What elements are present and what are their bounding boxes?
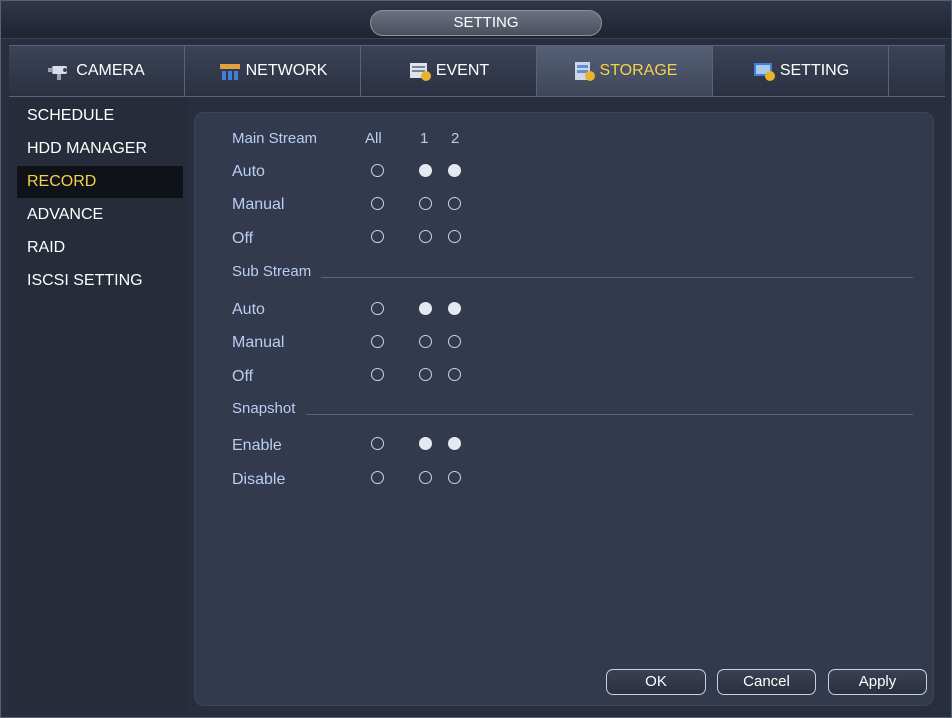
snapshot-disable-ch1-radio[interactable]	[419, 471, 432, 484]
tab-label: SETTING	[779, 62, 850, 79]
record-panel: Main Stream All 1 2 Auto Manual Off Sub …	[194, 112, 934, 706]
tab-camera[interactable]: CAMERA	[9, 46, 185, 96]
window-title: SETTING	[370, 10, 602, 36]
snapshot-disable-ch2-radio[interactable]	[448, 471, 461, 484]
tab-event[interactable]: EVENT	[361, 46, 537, 96]
snapshot-disable-all-radio[interactable]	[371, 471, 384, 484]
main-auto-all-radio[interactable]	[371, 164, 384, 177]
tab-storage[interactable]: STORAGE	[537, 46, 713, 96]
sub-off-ch1-radio[interactable]	[419, 368, 432, 381]
camera-icon	[48, 60, 72, 82]
main-auto-ch2-radio[interactable]	[448, 164, 461, 177]
event-icon	[408, 60, 432, 82]
tab-label: NETWORK	[245, 62, 328, 79]
main-auto-label: Auto	[232, 163, 265, 180]
sidebar-item-iscsi-setting[interactable]: ISCSI SETTING	[17, 265, 183, 297]
main-off-ch2-radio[interactable]	[448, 230, 461, 243]
sidebar-item-hdd-manager[interactable]: HDD MANAGER	[17, 133, 183, 165]
main-off-all-radio[interactable]	[371, 230, 384, 243]
settings-window: SETTING CAMERA NETWORK EVENT STORAGE SET…	[0, 0, 952, 718]
title-bar: SETTING	[1, 1, 951, 39]
main-tab-bar: CAMERA NETWORK EVENT STORAGE SETTING	[9, 45, 945, 97]
tab-label: STORAGE	[599, 62, 678, 79]
main-off-ch1-radio[interactable]	[419, 230, 432, 243]
column-1-header: 1	[420, 130, 429, 147]
main-manual-ch2-radio[interactable]	[448, 197, 461, 210]
sub-auto-label: Auto	[232, 301, 265, 318]
network-icon	[218, 60, 242, 82]
main-manual-ch1-radio[interactable]	[419, 197, 432, 210]
sidebar: SCHEDULE HDD MANAGER RECORD ADVANCE RAID…	[9, 97, 187, 711]
snapshot-enable-ch1-radio[interactable]	[419, 437, 432, 450]
snapshot-enable-label: Enable	[232, 437, 282, 454]
tab-setting[interactable]: SETTING	[713, 46, 889, 96]
snapshot-enable-all-radio[interactable]	[371, 437, 384, 450]
tab-label: EVENT	[435, 62, 490, 79]
sub-stream-divider	[321, 277, 913, 278]
sub-stream-heading: Sub Stream	[232, 263, 312, 280]
sidebar-item-record[interactable]: RECORD	[17, 166, 183, 198]
main-manual-label: Manual	[232, 196, 285, 213]
snapshot-disable-label: Disable	[232, 471, 286, 488]
main-auto-ch1-radio[interactable]	[419, 164, 432, 177]
sub-manual-ch1-radio[interactable]	[419, 335, 432, 348]
sub-manual-label: Manual	[232, 334, 285, 351]
snapshot-heading: Snapshot	[232, 400, 296, 417]
setting-icon	[752, 60, 776, 82]
sidebar-item-schedule[interactable]: SCHEDULE	[17, 100, 183, 132]
sub-off-all-radio[interactable]	[371, 368, 384, 381]
apply-button[interactable]: Apply	[828, 669, 927, 695]
sidebar-item-raid[interactable]: RAID	[17, 232, 183, 264]
storage-icon	[572, 60, 596, 82]
column-2-header: 2	[451, 130, 460, 147]
ok-button[interactable]: OK	[606, 669, 706, 695]
sub-off-label: Off	[232, 368, 254, 385]
sidebar-item-advance[interactable]: ADVANCE	[17, 199, 183, 231]
sub-auto-ch1-radio[interactable]	[419, 302, 432, 315]
cancel-button[interactable]: Cancel	[717, 669, 816, 695]
snapshot-enable-ch2-radio[interactable]	[448, 437, 461, 450]
sub-manual-all-radio[interactable]	[371, 335, 384, 348]
sub-manual-ch2-radio[interactable]	[448, 335, 461, 348]
column-all-header: All	[365, 130, 382, 147]
main-stream-heading: Main Stream	[232, 130, 318, 147]
sub-auto-ch2-radio[interactable]	[448, 302, 461, 315]
main-manual-all-radio[interactable]	[371, 197, 384, 210]
tab-label: CAMERA	[76, 62, 145, 79]
tab-network[interactable]: NETWORK	[185, 46, 361, 96]
sub-off-ch2-radio[interactable]	[448, 368, 461, 381]
main-off-label: Off	[232, 230, 254, 247]
snapshot-divider	[306, 414, 913, 415]
sub-auto-all-radio[interactable]	[371, 302, 384, 315]
